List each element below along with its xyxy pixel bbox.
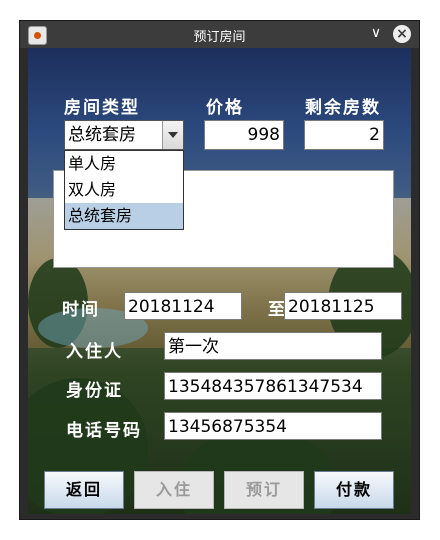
start-date-field[interactable]: 20181124 [124, 292, 242, 320]
room-type-select[interactable]: 总统套房 [64, 120, 184, 150]
dropdown-option[interactable]: 双人房 [65, 177, 183, 203]
chevron-down-icon[interactable] [162, 121, 183, 149]
end-date-field[interactable]: 20181125 [284, 292, 402, 320]
room-type-label: 房间类型 [64, 98, 140, 118]
remaining-label: 剩余房数 [305, 98, 381, 118]
reserve-button[interactable]: 预订 [224, 471, 304, 509]
window-title: 预订房间 [193, 30, 246, 45]
price-label: 价格 [206, 98, 244, 118]
room-type-dropdown: 单人房 双人房 总统套房 [64, 150, 184, 230]
close-icon[interactable]: × [393, 25, 411, 43]
booking-panel: 房间类型 价格 剩余房数 总统套房 998 2 单人房 双人房 总统套房 时间 … [28, 48, 411, 514]
remaining-field[interactable]: 2 [304, 120, 384, 150]
room-type-selected: 总统套房 [68, 125, 136, 145]
price-field[interactable]: 998 [204, 120, 284, 150]
guest-label: 入住人 [66, 342, 123, 362]
id-card-field[interactable]: 135484357861347534 [164, 372, 382, 400]
dropdown-option[interactable]: 单人房 [65, 151, 183, 177]
minimize-icon[interactable]: ∨ [367, 24, 385, 42]
phone-field[interactable]: 13456875354 [164, 412, 382, 440]
pay-button[interactable]: 付款 [314, 471, 394, 509]
phone-label: 电话号码 [66, 421, 142, 441]
checkin-button[interactable]: 入住 [134, 471, 214, 509]
dropdown-option-selected[interactable]: 总统套房 [65, 203, 183, 229]
title-bar: 预订房间 ∨ × [20, 21, 419, 48]
back-button[interactable]: 返回 [44, 471, 124, 509]
id-card-label: 身份证 [66, 381, 123, 401]
time-label: 时间 [62, 300, 100, 320]
app-window: 预订房间 ∨ × 房间类型 价格 剩余房数 总统套房 998 2 单人房 双人房… [20, 21, 419, 519]
guest-field[interactable]: 第一次 [164, 332, 382, 360]
